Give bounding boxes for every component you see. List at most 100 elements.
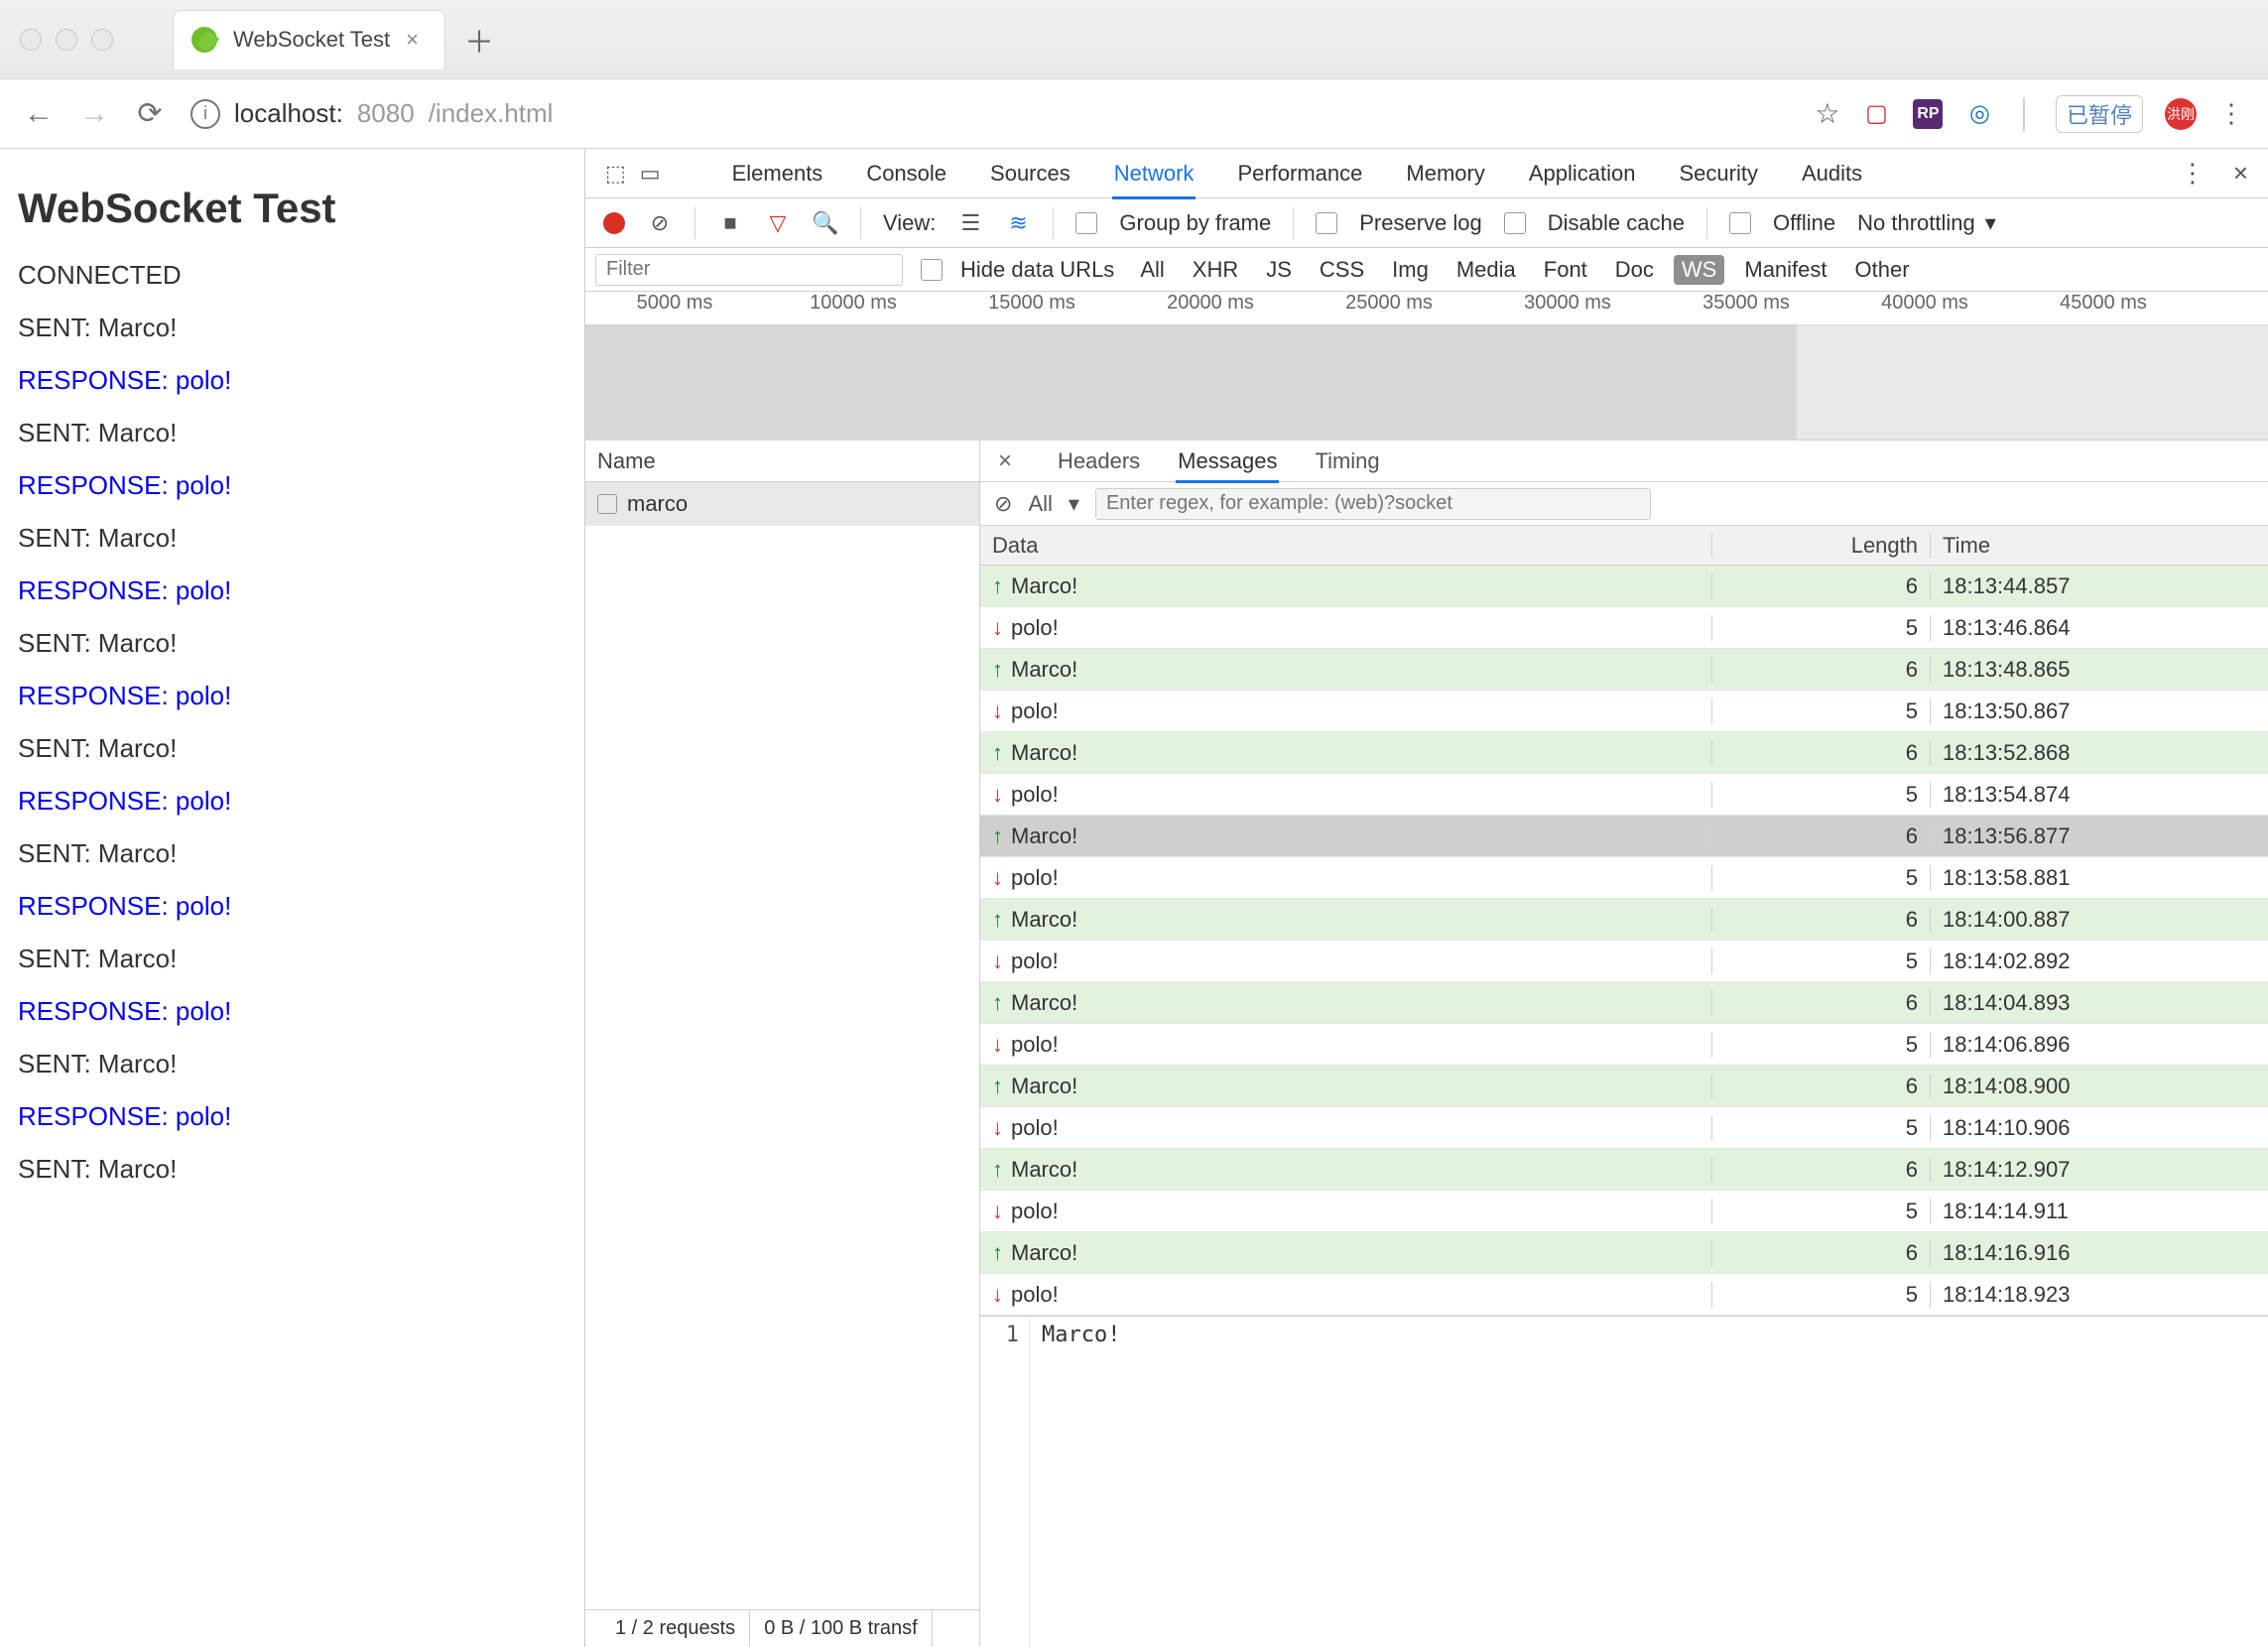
ws-data: Marco! bbox=[1011, 907, 1077, 933]
ws-message-row[interactable]: ↑Marco!618:14:12.907 bbox=[980, 1149, 2268, 1191]
new-tab-button[interactable]: ＋ bbox=[457, 18, 501, 62]
ws-message-row[interactable]: ↓polo!518:13:46.864 bbox=[980, 607, 2268, 649]
ws-time: 18:14:14.911 bbox=[1931, 1199, 2268, 1224]
type-filter-xhr[interactable]: XHR bbox=[1185, 255, 1246, 285]
reload-button[interactable]: ⟳ bbox=[135, 99, 165, 129]
close-window-icon[interactable] bbox=[20, 29, 42, 51]
type-filter-other[interactable]: Other bbox=[1847, 255, 1918, 285]
ws-message-row[interactable]: ↓polo!518:14:06.896 bbox=[980, 1024, 2268, 1066]
throttling-select[interactable]: No throttling ▾ bbox=[1857, 210, 1996, 236]
forward-button[interactable]: → bbox=[79, 99, 109, 129]
type-filter-font[interactable]: Font bbox=[1536, 255, 1595, 285]
type-filter-ws[interactable]: WS bbox=[1674, 255, 1724, 285]
request-list-header[interactable]: Name bbox=[585, 441, 979, 482]
devtools-tab-application[interactable]: Application bbox=[1527, 151, 1638, 196]
type-filter-js[interactable]: JS bbox=[1258, 255, 1300, 285]
group-frame-checkbox[interactable] bbox=[1075, 212, 1097, 234]
ws-message-row[interactable]: ↑Marco!618:14:04.893 bbox=[980, 982, 2268, 1024]
devtools-tab-sources[interactable]: Sources bbox=[988, 151, 1072, 196]
ws-data: Marco! bbox=[1011, 740, 1077, 766]
devtools-tab-network[interactable]: Network bbox=[1112, 151, 1197, 199]
device-toolbar-icon[interactable]: ▭ bbox=[640, 161, 661, 187]
clear-icon[interactable]: ⊘ bbox=[647, 210, 673, 236]
request-list: Name marco 1 / 2 requests 0 B / 100 B tr… bbox=[585, 441, 980, 1647]
ws-message-row[interactable]: ↓polo!518:14:14.911 bbox=[980, 1191, 2268, 1232]
ws-message-row[interactable]: ↓polo!518:14:02.892 bbox=[980, 941, 2268, 982]
ws-message-row[interactable]: ↓polo!518:13:58.881 bbox=[980, 857, 2268, 899]
profile-avatar[interactable]: 洪刚 bbox=[2165, 98, 2197, 130]
record-button[interactable] bbox=[603, 212, 625, 234]
ws-message-row[interactable]: ↑Marco!618:14:00.887 bbox=[980, 899, 2268, 941]
ws-message-row[interactable]: ↑Marco!618:13:48.865 bbox=[980, 649, 2268, 691]
offline-checkbox[interactable] bbox=[1729, 212, 1751, 234]
chevron-down-icon[interactable]: ▾ bbox=[1069, 491, 1079, 517]
waterfall-icon[interactable]: ≋ bbox=[1005, 210, 1031, 236]
type-filter-css[interactable]: CSS bbox=[1312, 255, 1372, 285]
search-icon[interactable]: 🔍 bbox=[813, 210, 838, 236]
ws-regex-input[interactable] bbox=[1095, 488, 1651, 520]
detail-tab-headers[interactable]: Headers bbox=[1056, 443, 1142, 480]
devtools-tab-elements[interactable]: Elements bbox=[730, 151, 825, 196]
arrow-up-icon: ↑ bbox=[992, 1240, 1003, 1266]
detail-tab-messages[interactable]: Messages bbox=[1176, 443, 1279, 483]
ws-time: 18:13:58.881 bbox=[1931, 865, 2268, 891]
network-timeline[interactable]: 5000 ms10000 ms15000 ms20000 ms25000 ms3… bbox=[585, 292, 2268, 441]
minimize-window-icon[interactable] bbox=[56, 29, 77, 51]
site-info-icon[interactable]: i bbox=[190, 99, 220, 129]
type-filter-manifest[interactable]: Manifest bbox=[1736, 255, 1834, 285]
ws-message-row[interactable]: ↑Marco!618:13:56.877 bbox=[980, 816, 2268, 857]
url-field[interactable]: i localhost:8080/index.html bbox=[190, 98, 1773, 129]
inspect-icon[interactable]: ⬚ bbox=[605, 161, 626, 187]
devtools-tab-performance[interactable]: Performance bbox=[1235, 151, 1364, 196]
ws-message-row[interactable]: ↑Marco!618:14:08.900 bbox=[980, 1066, 2268, 1107]
request-row[interactable]: marco bbox=[585, 482, 979, 526]
type-filter-all[interactable]: All bbox=[1132, 255, 1172, 285]
devtools-close-icon[interactable]: × bbox=[2233, 158, 2248, 189]
clear-messages-icon[interactable]: ⊘ bbox=[994, 491, 1012, 517]
ext-axure-icon[interactable]: RP bbox=[1913, 99, 1943, 129]
camera-icon[interactable]: ■ bbox=[717, 210, 743, 236]
log-line: RESPONSE: polo! bbox=[18, 786, 567, 817]
browser-menu-icon[interactable]: ⋮ bbox=[2218, 98, 2244, 129]
devtools-tab-security[interactable]: Security bbox=[1677, 151, 1759, 196]
filter-input[interactable] bbox=[595, 254, 903, 286]
hide-data-urls-label: Hide data URLs bbox=[960, 257, 1114, 283]
ws-message-row[interactable]: ↑Marco!618:13:44.857 bbox=[980, 566, 2268, 607]
ext-monitor-icon[interactable]: ▢ bbox=[1861, 99, 1891, 129]
zoom-window-icon[interactable] bbox=[91, 29, 113, 51]
ws-message-row[interactable]: ↓polo!518:13:50.867 bbox=[980, 691, 2268, 732]
request-checkbox[interactable] bbox=[597, 494, 617, 514]
filter-icon[interactable]: ▽ bbox=[765, 210, 791, 236]
filter-all-label[interactable]: All bbox=[1028, 491, 1052, 517]
debugger-paused-badge[interactable]: 已暂停 bbox=[2056, 95, 2143, 133]
detail-close-icon[interactable]: × bbox=[998, 447, 1012, 475]
ws-time: 18:14:12.907 bbox=[1931, 1157, 2268, 1183]
disable-cache-checkbox[interactable] bbox=[1504, 212, 1526, 234]
tab-close-icon[interactable]: × bbox=[406, 27, 419, 53]
back-button[interactable]: ← bbox=[24, 99, 54, 129]
log-line: SENT: Marco! bbox=[18, 523, 567, 554]
ws-message-row[interactable]: ↓polo!518:14:18.923 bbox=[980, 1274, 2268, 1316]
preserve-log-checkbox[interactable] bbox=[1316, 212, 1337, 234]
devtools-tab-memory[interactable]: Memory bbox=[1404, 151, 1486, 196]
col-data[interactable]: Data bbox=[980, 533, 1712, 559]
type-filter-media[interactable]: Media bbox=[1449, 255, 1524, 285]
devtools-menu-icon[interactable]: ⋮ bbox=[2180, 158, 2205, 189]
ext-iris-icon[interactable]: ◎ bbox=[1964, 99, 1994, 129]
timeline-selection[interactable] bbox=[585, 325, 1797, 441]
devtools-tab-audits[interactable]: Audits bbox=[1800, 151, 1864, 196]
col-length[interactable]: Length bbox=[1712, 533, 1931, 559]
bookmark-icon[interactable]: ☆ bbox=[1815, 97, 1839, 130]
detail-tab-timing[interactable]: Timing bbox=[1313, 443, 1381, 480]
ws-message-row[interactable]: ↑Marco!618:13:52.868 bbox=[980, 732, 2268, 774]
col-time[interactable]: Time bbox=[1931, 533, 2268, 559]
ws-message-row[interactable]: ↑Marco!618:14:16.916 bbox=[980, 1232, 2268, 1274]
devtools-tab-console[interactable]: Console bbox=[864, 151, 948, 196]
hide-data-urls-checkbox[interactable] bbox=[921, 259, 943, 281]
large-rows-icon[interactable]: ☰ bbox=[957, 210, 983, 236]
ws-message-row[interactable]: ↓polo!518:14:10.906 bbox=[980, 1107, 2268, 1149]
type-filter-doc[interactable]: Doc bbox=[1607, 255, 1662, 285]
ws-message-row[interactable]: ↓polo!518:13:54.874 bbox=[980, 774, 2268, 816]
browser-tab[interactable]: WebSocket Test × bbox=[173, 10, 445, 69]
type-filter-img[interactable]: Img bbox=[1384, 255, 1437, 285]
